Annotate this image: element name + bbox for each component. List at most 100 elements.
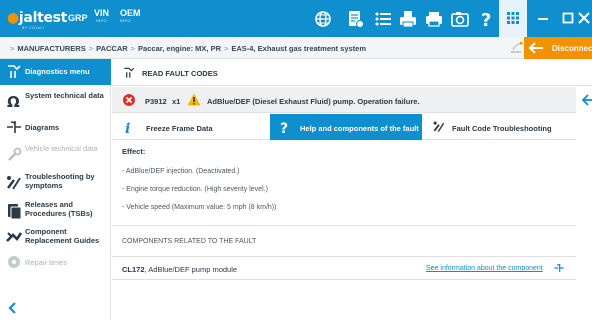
sidebar-item-component-replacement-guides[interactable]: Component Replacement Guides bbox=[0, 224, 111, 250]
sidebar-item-diagnostics-menu[interactable]: Diagnostics menu bbox=[0, 59, 111, 85]
sidebar-item-releases-and-procedures[interactable]: Releases and Procedures (TSBs) bbox=[0, 197, 111, 223]
jaltest-logo: ●jaltest bbox=[7, 10, 68, 26]
minimize-icon bbox=[538, 18, 548, 20]
top-toolbar: ●jaltest BY COJALI GRP VIN INFO OEM INFO… bbox=[0, 0, 592, 37]
breadcrumb-root[interactable]: MANUFACTURERS bbox=[17, 44, 85, 53]
troubleshooting-icon bbox=[7, 176, 21, 190]
info-icon: i bbox=[125, 121, 130, 134]
logo-subtitle: BY COJALI bbox=[22, 26, 45, 30]
tab-label: Freeze Frame Data bbox=[146, 124, 213, 133]
component-info-link[interactable]: See information about the component bbox=[426, 265, 543, 272]
wiring-diagram-icon bbox=[7, 121, 21, 133]
svg-text:Ω: Ω bbox=[7, 93, 20, 110]
camera-icon[interactable] bbox=[450, 9, 470, 29]
printer-document-icon[interactable] bbox=[398, 9, 418, 29]
globe-icon[interactable] bbox=[313, 9, 333, 29]
fault-count: x1 bbox=[172, 97, 181, 106]
component-row: CL172, AdBlue/DEF pump module See inform… bbox=[112, 257, 576, 280]
section-title: READ FAULT CODES bbox=[142, 69, 218, 78]
tab-help-and-components[interactable]: ? Help and components of the fault bbox=[270, 114, 422, 140]
sidebar-item-label: System technical data bbox=[25, 91, 104, 100]
sidebar-collapse-button[interactable] bbox=[8, 302, 18, 316]
component-name: CL172, AdBlue/DEF pump module bbox=[122, 265, 237, 274]
breadcrumb: > MANUFACTURERS > PACCAR > Paccar, engine: MX… bbox=[10, 44, 367, 53]
divider bbox=[112, 225, 576, 226]
apps-grid-button[interactable] bbox=[499, 0, 527, 37]
repair-times-icon bbox=[8, 256, 20, 268]
vin-label: VIN bbox=[94, 8, 110, 18]
help-content: Effect: - AdBlue/DEF injection. (Deactiv… bbox=[112, 141, 576, 320]
sidebar-item-system-technical-data[interactable]: Ω System technical data bbox=[0, 87, 111, 113]
list-icon[interactable] bbox=[373, 9, 393, 29]
grp-mode-button[interactable]: GRP bbox=[68, 13, 88, 23]
close-icon bbox=[578, 12, 590, 24]
main-panel: READ FAULT CODES P3912 x1 AdBlue/DEF (Di… bbox=[112, 59, 592, 320]
tab-freeze-frame-data[interactable]: i Freeze Frame Data bbox=[112, 114, 267, 140]
back-button[interactable] bbox=[581, 94, 592, 108]
component-code: CL172 bbox=[122, 265, 145, 274]
sidebar-item-troubleshooting-by-symptoms[interactable]: Troubleshooting by symptoms bbox=[0, 169, 111, 195]
logo-text: jaltest bbox=[18, 10, 68, 26]
breadcrumb-item-engine[interactable]: Paccar, engine: MX, PR bbox=[138, 44, 221, 53]
close-button[interactable] bbox=[575, 0, 592, 37]
tab-fault-code-troubleshooting[interactable]: Fault Code Troubleshooting bbox=[424, 114, 576, 140]
fault-code-row[interactable]: P3912 x1 AdBlue/DEF (Diesel Exhaust Flui… bbox=[112, 87, 576, 113]
oem-sub-label: INFO bbox=[120, 18, 131, 23]
maximize-icon bbox=[562, 12, 574, 24]
warning-icon bbox=[187, 93, 201, 106]
sidebar-item-label: Vehicle technical data bbox=[25, 144, 98, 153]
sidebar-item-diagrams[interactable]: Diagrams bbox=[0, 117, 111, 137]
connection-status-icon bbox=[509, 41, 523, 57]
disconnect-label: Disconnect bbox=[552, 44, 592, 53]
disconnect-button[interactable]: Disconnect bbox=[524, 37, 592, 59]
fault-code: P3912 bbox=[145, 97, 167, 106]
effect-title: Effect: bbox=[122, 147, 146, 156]
tab-label: Help and components of the fault bbox=[300, 124, 419, 133]
breadcrumb-bar: > MANUFACTURERS > PACCAR > Paccar, engine: MX… bbox=[0, 37, 592, 59]
arrow-left-icon bbox=[581, 94, 592, 106]
components-header: COMPONENTS RELATED TO THE FAULT bbox=[122, 238, 257, 245]
oem-info-button[interactable]: OEM INFO bbox=[120, 8, 141, 23]
breadcrumb-item-system[interactable]: EAS-4, Exhaust gas treatment system bbox=[231, 44, 366, 53]
fault-description: AdBlue/DEF (Diesel Exhaust Fluid) pump. … bbox=[207, 97, 420, 106]
sidebar-item-repair-times[interactable]: Repair times bbox=[0, 252, 111, 272]
question-icon: ? bbox=[280, 121, 288, 134]
svg-text:?: ? bbox=[481, 10, 491, 29]
oem-label: OEM bbox=[120, 8, 141, 18]
wiring-diagram-icon[interactable] bbox=[553, 262, 565, 274]
tab-label: Fault Code Troubleshooting bbox=[452, 124, 552, 133]
printer-icon[interactable] bbox=[424, 9, 444, 29]
vin-sub-label: INFO bbox=[96, 18, 107, 23]
svg-text:?: ? bbox=[280, 121, 288, 134]
breadcrumb-item-manufacturer[interactable]: PACCAR bbox=[96, 44, 128, 53]
arrow-left-icon bbox=[528, 42, 543, 54]
sidebar-item-label: Troubleshooting by symptoms bbox=[25, 172, 95, 190]
troubleshooting-icon bbox=[433, 121, 445, 133]
report-icon[interactable] bbox=[345, 9, 365, 29]
help-icon[interactable]: ? bbox=[477, 9, 497, 31]
svg-text:i: i bbox=[125, 121, 130, 134]
replacement-icon bbox=[6, 232, 23, 242]
effect-line: - Engine torque reduction. (High severit… bbox=[122, 186, 268, 193]
component-description: , AdBlue/DEF pump module bbox=[144, 265, 238, 274]
wrench-icon bbox=[8, 147, 22, 161]
chevron-left-icon bbox=[8, 302, 16, 314]
releases-icon bbox=[8, 204, 22, 220]
sidebar-item-label: Releases and Procedures (TSBs) bbox=[25, 200, 93, 218]
sidebar-item-label: Diagnostics menu bbox=[25, 67, 90, 76]
effect-line: - AdBlue/DEF injection. (Deactivated.) bbox=[122, 168, 240, 175]
diagnostics-icon bbox=[124, 67, 135, 78]
sidebar-item-vehicle-technical-data[interactable]: Vehicle technical data bbox=[0, 141, 111, 167]
grp-label: GRP bbox=[68, 13, 88, 23]
fault-tabs: i Freeze Frame Data ? Help and component… bbox=[112, 114, 576, 140]
sidebar: Diagnostics menu Ω System technical data… bbox=[0, 59, 111, 320]
sidebar-item-label: Component Replacement Guides bbox=[25, 227, 100, 245]
apps-grid-icon bbox=[507, 12, 519, 24]
ohm-icon: Ω bbox=[7, 93, 20, 110]
error-icon bbox=[123, 94, 135, 106]
diagnostics-icon bbox=[8, 65, 21, 78]
vin-info-button[interactable]: VIN INFO bbox=[94, 8, 109, 23]
breadcrumb-chevron-icon: > bbox=[10, 44, 15, 53]
section-header: READ FAULT CODES bbox=[112, 59, 592, 86]
sidebar-item-label: Repair times bbox=[25, 258, 68, 267]
